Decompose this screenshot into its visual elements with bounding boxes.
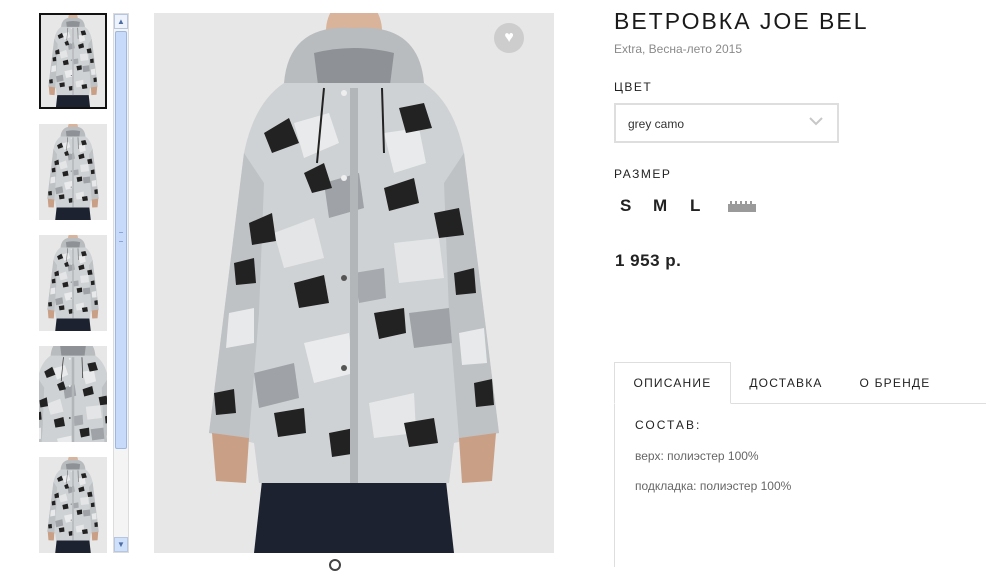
arrow-up-icon[interactable]: ▲: [114, 14, 128, 29]
color-select-value: grey camo: [628, 117, 685, 131]
size-option-s[interactable]: S: [620, 196, 631, 216]
main-product-image[interactable]: [154, 13, 554, 553]
size-option-l[interactable]: L: [690, 196, 700, 216]
thumbnail-2[interactable]: [39, 124, 107, 220]
thumbnail-3[interactable]: [39, 235, 107, 331]
color-label: ЦВЕТ: [614, 80, 653, 94]
tab-panel-border: [614, 403, 615, 567]
thumbnail-5[interactable]: [39, 457, 107, 553]
thumbnail-scrollbar[interactable]: ▲ ▼: [113, 13, 129, 553]
tab-description[interactable]: ОПИСАНИЕ: [614, 362, 731, 404]
favorite-button[interactable]: ♥: [494, 23, 524, 53]
product-subtitle: Extra, Весна-лето 2015: [614, 42, 742, 56]
product-price: 1 953 р.: [615, 251, 682, 270]
image-pager-dot[interactable]: [329, 559, 341, 571]
ruler-icon[interactable]: [728, 200, 756, 212]
composition-line-lining: подкладка: полиэстер 100%: [635, 479, 792, 493]
color-select[interactable]: grey camo: [614, 103, 839, 143]
size-option-m[interactable]: M: [653, 196, 667, 216]
scrollbar-grip: [119, 232, 123, 242]
thumbnail-1[interactable]: [39, 13, 107, 109]
heart-icon: ♥: [504, 29, 514, 46]
arrow-down-icon[interactable]: ▼: [114, 537, 128, 552]
chevron-down-icon: [809, 117, 823, 126]
composition-heading: СОСТАВ:: [635, 418, 702, 432]
composition-line-outer: верх: полиэстер 100%: [635, 449, 759, 463]
tab-delivery[interactable]: ДОСТАВКА: [736, 362, 836, 404]
product-title: ВЕТРОВКА JOE BEL: [614, 8, 869, 34]
thumbnail-4[interactable]: [39, 346, 107, 442]
tab-brand[interactable]: О БРЕНДЕ: [846, 362, 944, 404]
scrollbar-thumb[interactable]: [115, 31, 127, 449]
size-label: РАЗМЕР: [614, 167, 672, 181]
